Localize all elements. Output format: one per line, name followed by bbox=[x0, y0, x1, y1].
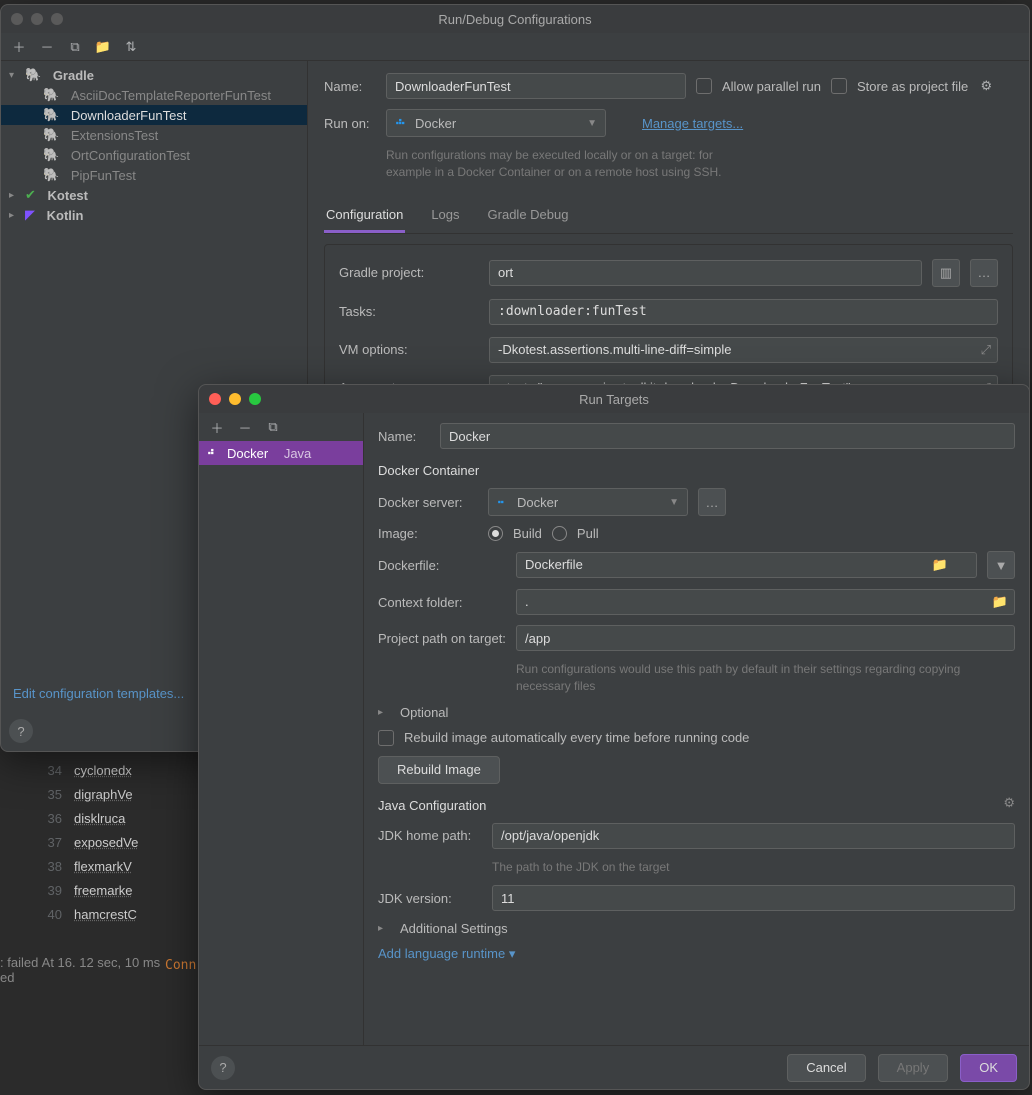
tasks-label: Tasks: bbox=[339, 304, 479, 319]
project-path-label: Project path on target: bbox=[378, 631, 506, 646]
rebuild-checkbox[interactable] bbox=[378, 730, 394, 746]
tree-item[interactable]: 🐘 PipFunTest bbox=[1, 165, 307, 185]
run-on-hint: Run configurations may be executed local… bbox=[386, 147, 726, 181]
image-label: Image: bbox=[378, 526, 478, 541]
zoom-icon[interactable] bbox=[249, 393, 261, 405]
help-button[interactable]: ? bbox=[9, 719, 33, 743]
gradle-project-label: Gradle project: bbox=[339, 265, 479, 280]
cancel-button[interactable]: Cancel bbox=[787, 1054, 865, 1082]
tab-logs[interactable]: Logs bbox=[429, 199, 461, 233]
docker-icon bbox=[395, 116, 409, 130]
context-folder-input[interactable]: . 📁 bbox=[516, 589, 1015, 615]
project-path-hint: Run configurations would use this path b… bbox=[516, 661, 1015, 695]
minimize-icon[interactable] bbox=[31, 13, 43, 25]
gear-icon[interactable]: ⚙ bbox=[1003, 795, 1015, 811]
targets-sidebar: ＋ － ⧉ Docker Java bbox=[199, 413, 364, 1045]
build-radio[interactable] bbox=[488, 526, 503, 541]
gear-icon[interactable]: ⚙ bbox=[978, 78, 994, 94]
tree-item[interactable]: 🐘 AsciiDocTemplateReporterFunTest bbox=[1, 85, 307, 105]
add-icon[interactable]: ＋ bbox=[209, 419, 225, 435]
store-project-label: Store as project file bbox=[857, 79, 968, 94]
dialog-title: Run/Debug Configurations bbox=[438, 12, 591, 27]
titlebar[interactable]: Run Targets bbox=[199, 385, 1029, 413]
project-picker-icon[interactable]: ▥ bbox=[932, 259, 960, 287]
docker-icon bbox=[207, 446, 221, 460]
expand-icon[interactable]: ⤢ bbox=[981, 342, 991, 358]
run-on-label: Run on: bbox=[324, 116, 376, 131]
tree-item[interactable]: 🐘 OrtConfigurationTest bbox=[1, 145, 307, 165]
copy-icon[interactable]: ⧉ bbox=[67, 39, 83, 55]
tree-kotlin[interactable]: ▸◤ Kotlin bbox=[1, 205, 307, 225]
help-button[interactable]: ? bbox=[211, 1056, 235, 1080]
gradle-project-input[interactable] bbox=[489, 260, 922, 286]
apply-button[interactable]: Apply bbox=[878, 1054, 949, 1082]
allow-parallel-label: Allow parallel run bbox=[722, 79, 821, 94]
minimize-icon[interactable] bbox=[229, 393, 241, 405]
more-button[interactable]: … bbox=[970, 259, 998, 287]
name-input[interactable] bbox=[386, 73, 686, 99]
tree-item[interactable]: 🐘 ExtensionsTest bbox=[1, 125, 307, 145]
vm-options-label: VM options: bbox=[339, 342, 479, 357]
tree-gradle[interactable]: ▾🐘 Gradle bbox=[1, 65, 307, 85]
context-folder-label: Context folder: bbox=[378, 595, 506, 610]
vm-options-input[interactable]: -Dkotest.assertions.multi-line-diff=simp… bbox=[489, 337, 998, 363]
tab-configuration[interactable]: Configuration bbox=[324, 199, 405, 233]
docker-server-dropdown[interactable]: Docker▼ bbox=[488, 488, 688, 516]
dialog-title: Run Targets bbox=[579, 392, 649, 407]
docker-server-label: Docker server: bbox=[378, 495, 478, 510]
jdk-version-input[interactable] bbox=[492, 885, 1015, 911]
tab-gradle-debug[interactable]: Gradle Debug bbox=[486, 199, 571, 233]
jdk-home-hint: The path to the JDK on the target bbox=[492, 859, 1015, 876]
sort-icon[interactable]: ⇅ bbox=[123, 39, 139, 55]
close-icon[interactable] bbox=[209, 393, 221, 405]
tree-item-selected[interactable]: 🐘 DownloaderFunTest bbox=[1, 105, 307, 125]
optional-expander[interactable]: ▸Optional bbox=[378, 705, 1015, 720]
tree-kotest[interactable]: ▸✔ Kotest bbox=[1, 185, 307, 205]
rebuild-image-button[interactable]: Rebuild Image bbox=[378, 756, 500, 784]
editor-background: 34cyclonedx 35digraphVe 36disklruca 37ex… bbox=[40, 758, 138, 926]
folder-icon[interactable]: 📁 bbox=[932, 557, 948, 573]
config-toolbar: ＋ － ⧉ 📁 ⇅ bbox=[1, 33, 1029, 61]
zoom-icon[interactable] bbox=[51, 13, 63, 25]
copy-icon[interactable]: ⧉ bbox=[265, 419, 281, 435]
run-targets-dialog: Run Targets ＋ － ⧉ Docker Java Name: Dock… bbox=[198, 384, 1030, 1090]
titlebar[interactable]: Run/Debug Configurations bbox=[1, 5, 1029, 33]
jdk-version-label: JDK version: bbox=[378, 891, 482, 906]
close-icon[interactable] bbox=[11, 13, 23, 25]
status-panel: : failed At 16. 12 sec, 10 ms ed bbox=[0, 955, 160, 985]
store-project-checkbox[interactable] bbox=[831, 78, 847, 94]
add-icon[interactable]: ＋ bbox=[11, 39, 27, 55]
run-on-dropdown[interactable]: Docker▼ bbox=[386, 109, 606, 137]
name-label: Name: bbox=[324, 79, 376, 94]
ok-button[interactable]: OK bbox=[960, 1054, 1017, 1082]
dockerfile-input[interactable]: Dockerfile 📁 bbox=[516, 552, 977, 578]
tasks-input[interactable] bbox=[489, 299, 998, 325]
remove-icon[interactable]: － bbox=[39, 39, 55, 55]
manage-targets-link[interactable]: Manage targets... bbox=[642, 116, 743, 131]
rebuild-label: Rebuild image automatically every time b… bbox=[404, 730, 749, 745]
folder-icon[interactable]: 📁 bbox=[992, 594, 1008, 610]
more-button[interactable]: … bbox=[698, 488, 726, 516]
jdk-home-input[interactable] bbox=[492, 823, 1015, 849]
project-path-input[interactable] bbox=[516, 625, 1015, 651]
name-label: Name: bbox=[378, 429, 430, 444]
target-item-selected[interactable]: Docker Java bbox=[199, 441, 363, 465]
console-text: Conn bbox=[165, 958, 196, 973]
additional-expander[interactable]: ▸Additional Settings bbox=[378, 921, 1015, 936]
dockerfile-label: Dockerfile: bbox=[378, 558, 506, 573]
jdk-home-label: JDK home path: bbox=[378, 828, 482, 843]
folder-icon[interactable]: 📁 bbox=[95, 39, 111, 55]
remove-icon[interactable]: － bbox=[237, 419, 253, 435]
pull-radio[interactable] bbox=[552, 526, 567, 541]
allow-parallel-checkbox[interactable] bbox=[696, 78, 712, 94]
docker-container-section: Docker Container bbox=[378, 463, 1015, 478]
docker-icon bbox=[497, 495, 511, 509]
dropdown-button[interactable]: ▼ bbox=[987, 551, 1015, 579]
target-name-input[interactable] bbox=[440, 423, 1015, 449]
add-language-runtime-link[interactable]: Add language runtime ▾ bbox=[378, 946, 515, 961]
java-config-section: Java Configuration bbox=[378, 798, 486, 813]
